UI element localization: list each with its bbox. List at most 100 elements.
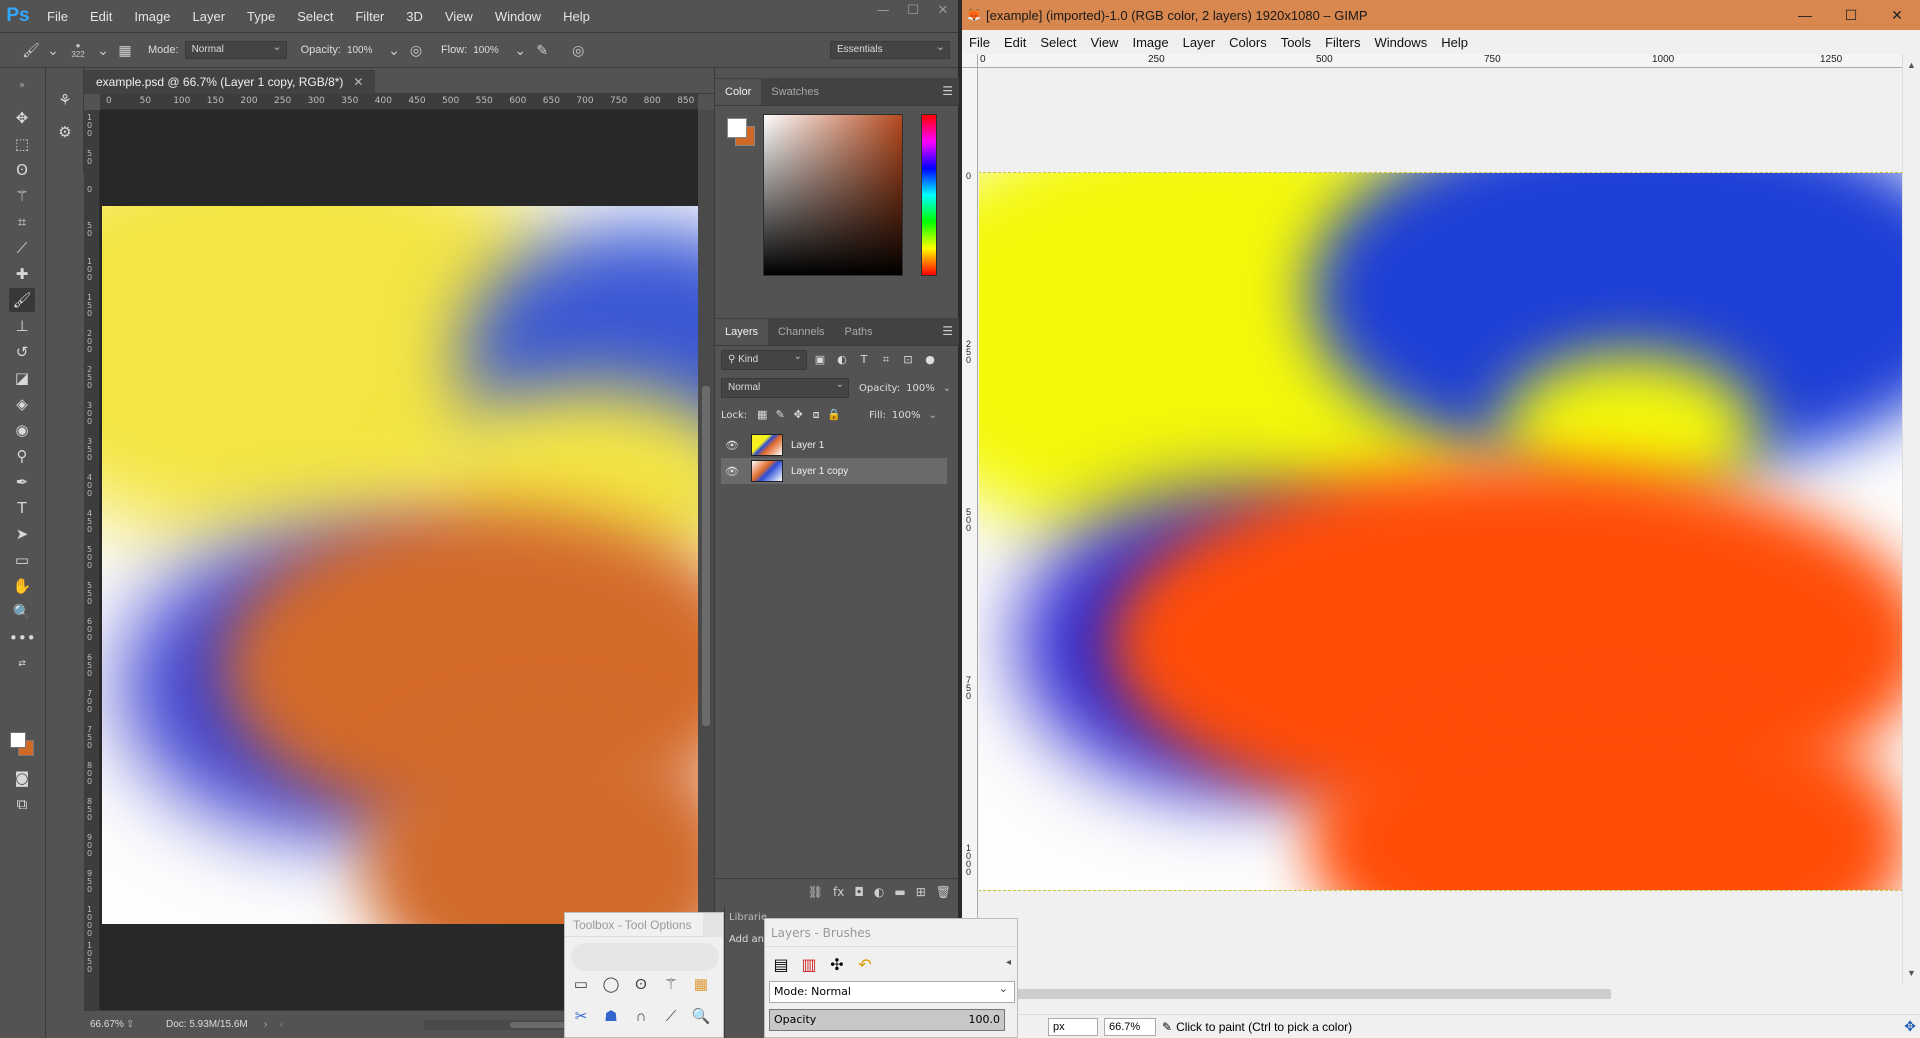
paint-bucket-tool-icon[interactable]: ◈ [9, 392, 35, 416]
path-selection-tool-icon[interactable]: ➤ [9, 522, 35, 546]
ps-menu-select[interactable]: Select [286, 9, 344, 24]
gimp-toolbox-title[interactable]: Toolbox - Tool Options [565, 913, 723, 937]
move-tool-icon[interactable]: ✥ [9, 106, 35, 130]
panel-menu-icon[interactable]: ☰ [942, 84, 953, 98]
color-foreground-swatch[interactable] [727, 118, 747, 138]
scissors-tool-icon[interactable]: ✂ [569, 1005, 593, 1029]
zoom-level[interactable]: 66.67% [90, 1019, 126, 1030]
gimp-layer-mode-select[interactable]: Mode: Normal [769, 979, 1015, 1003]
blend-mode-select[interactable]: Normal [721, 376, 849, 398]
history-panel-icon[interactable]: ⚘ [52, 88, 78, 112]
chevron-down-icon[interactable]: ⌄ [42, 42, 64, 59]
gimp-menu-view[interactable]: View [1084, 35, 1126, 50]
pressure-opacity-icon[interactable]: ◎ [405, 42, 427, 59]
channels-tab-icon[interactable]: ▥ [797, 953, 821, 977]
layer-style-icon[interactable]: fx [833, 885, 844, 899]
flow-value[interactable]: 100% [473, 45, 509, 56]
eraser-tool-icon[interactable]: ◪ [9, 366, 35, 390]
swap-colors-icon[interactable]: ⇄ [9, 652, 35, 676]
new-layer-icon[interactable]: ⊞ [916, 885, 926, 899]
ps-close-button[interactable]: ✕ [928, 0, 958, 22]
gimp-canvas-area[interactable] [979, 69, 1902, 984]
workspace-select[interactable]: Essentials [830, 39, 950, 59]
visibility-eye-icon[interactable]: 👁 [721, 465, 743, 478]
gimp-menu-help[interactable]: Help [1434, 35, 1475, 50]
brush-tool-icon[interactable]: 🖌 [20, 42, 42, 59]
gimp-close-button[interactable]: ✕ [1874, 0, 1920, 30]
lock-position-icon[interactable]: ✥ [789, 406, 807, 424]
gimp-menu-tools[interactable]: Tools [1274, 35, 1318, 50]
lock-transparent-icon[interactable]: ▦ [753, 406, 771, 424]
brush-panel-icon[interactable]: ▦ [114, 42, 136, 59]
ps-menu-edit[interactable]: Edit [79, 9, 123, 24]
gimp-menu-file[interactable]: File [962, 35, 997, 50]
layer-opacity-value[interactable]: 100% [906, 383, 935, 394]
ps-menu-file[interactable]: File [36, 9, 79, 24]
layer-filter-kind[interactable]: ⚲ Kind [721, 348, 807, 370]
gimp-menu-image[interactable]: Image [1125, 35, 1175, 50]
pen-tool-icon[interactable]: ✒ [9, 470, 35, 494]
opacity-value[interactable]: 100% [347, 45, 383, 56]
layer-row[interactable]: 👁 Layer 1 copy [721, 458, 947, 484]
scrollbar-thumb[interactable] [991, 989, 1611, 999]
filter-shape-icon[interactable]: ⌗ [877, 351, 895, 369]
fill-value[interactable]: 100% [892, 410, 921, 421]
delete-layer-icon[interactable]: 🗑 [936, 885, 951, 899]
hand-tool-icon[interactable]: ✋ [9, 574, 35, 598]
share-icon[interactable]: ⇪ [126, 1019, 146, 1030]
gimp-minimize-button[interactable]: — [1782, 0, 1828, 30]
scroll-left-icon[interactable]: ‹ [280, 1019, 283, 1030]
layers-tab-icon[interactable]: ▤ [769, 953, 793, 977]
link-layers-icon[interactable]: ⛓ [808, 885, 823, 899]
tab-color[interactable]: Color [715, 79, 762, 105]
ps-menu-view[interactable]: View [434, 9, 484, 24]
gimp-menu-select[interactable]: Select [1033, 35, 1083, 50]
filter-smart-object-icon[interactable]: ⊡ [899, 351, 917, 369]
scroll-down-icon[interactable]: ▼ [1907, 968, 1916, 978]
dodge-tool-icon[interactable]: ⚲ [9, 444, 35, 468]
new-group-icon[interactable]: ▬ [894, 885, 905, 899]
magic-wand-tool-icon[interactable]: ⚚ [9, 184, 35, 208]
chevron-down-icon[interactable]: ⌄ [929, 410, 937, 421]
close-icon[interactable]: ✕ [353, 70, 363, 94]
lock-artboard-icon[interactable]: ⧈ [807, 406, 825, 424]
screen-mode-icon[interactable]: ⧉ [9, 792, 35, 816]
more-tools-icon[interactable]: ••• [9, 626, 36, 650]
ps-minimize-button[interactable]: — [868, 0, 898, 22]
chevron-down-icon[interactable]: ⌄ [943, 383, 951, 394]
gimp-horizontal-scrollbar[interactable] [979, 984, 1902, 1002]
ps-vertical-scrollbar[interactable] [698, 110, 714, 1010]
brush-preset-picker[interactable]: ● 322 [64, 41, 92, 59]
tab-layers[interactable]: Layers [715, 319, 769, 345]
scroll-up-icon[interactable]: ▲ [1907, 60, 1916, 70]
ps-document-tab[interactable]: example.psd @ 66.7% (Layer 1 copy, RGB/8… [84, 70, 376, 94]
gimp-layers-dock-title[interactable]: Layers - Brushes [765, 919, 1017, 947]
ellipse-select-tool-icon[interactable]: ◯ [599, 973, 623, 997]
navigate-icon[interactable]: ✥ [1904, 1018, 1916, 1035]
foreground-select-tool-icon[interactable]: ☗ [599, 1005, 623, 1029]
scrollbar-thumb[interactable] [702, 386, 710, 726]
gimp-menu-edit[interactable]: Edit [997, 35, 1033, 50]
tab-channels[interactable]: Channels [768, 319, 834, 345]
layer-mask-icon[interactable]: ◘ [854, 885, 864, 899]
toolbar-collapse-icon[interactable]: » [9, 74, 35, 98]
ps-maximize-button[interactable]: ☐ [898, 0, 928, 22]
color-select-tool-icon[interactable]: ▦ [689, 973, 713, 997]
paths-tab-icon[interactable]: ✣ [825, 953, 849, 977]
filter-adjustment-icon[interactable]: ◐ [833, 351, 851, 369]
lock-image-icon[interactable]: ✎ [771, 406, 789, 424]
color-picker-tool-icon[interactable]: ⟋ [659, 1005, 683, 1029]
marquee-tool-icon[interactable]: ⬚ [9, 132, 35, 156]
mode-select[interactable]: Normal [184, 39, 287, 59]
crop-tool-icon[interactable]: ⌗ [9, 210, 35, 234]
quick-mask-icon[interactable]: ◙ [9, 766, 35, 790]
gimp-menu-colors[interactable]: Colors [1222, 35, 1274, 50]
foreground-color-swatch[interactable] [10, 732, 26, 748]
gimp-menu-filters[interactable]: Filters [1318, 35, 1367, 50]
healing-tool-icon[interactable]: ✚ [9, 262, 35, 286]
chevron-down-icon[interactable]: ⌄ [92, 42, 114, 59]
panel-menu-icon[interactable]: ☰ [942, 324, 953, 338]
filter-pixel-icon[interactable]: ▣ [811, 351, 829, 369]
gimp-menu-layer[interactable]: Layer [1176, 35, 1223, 50]
ps-canvas-area[interactable] [100, 110, 698, 1010]
